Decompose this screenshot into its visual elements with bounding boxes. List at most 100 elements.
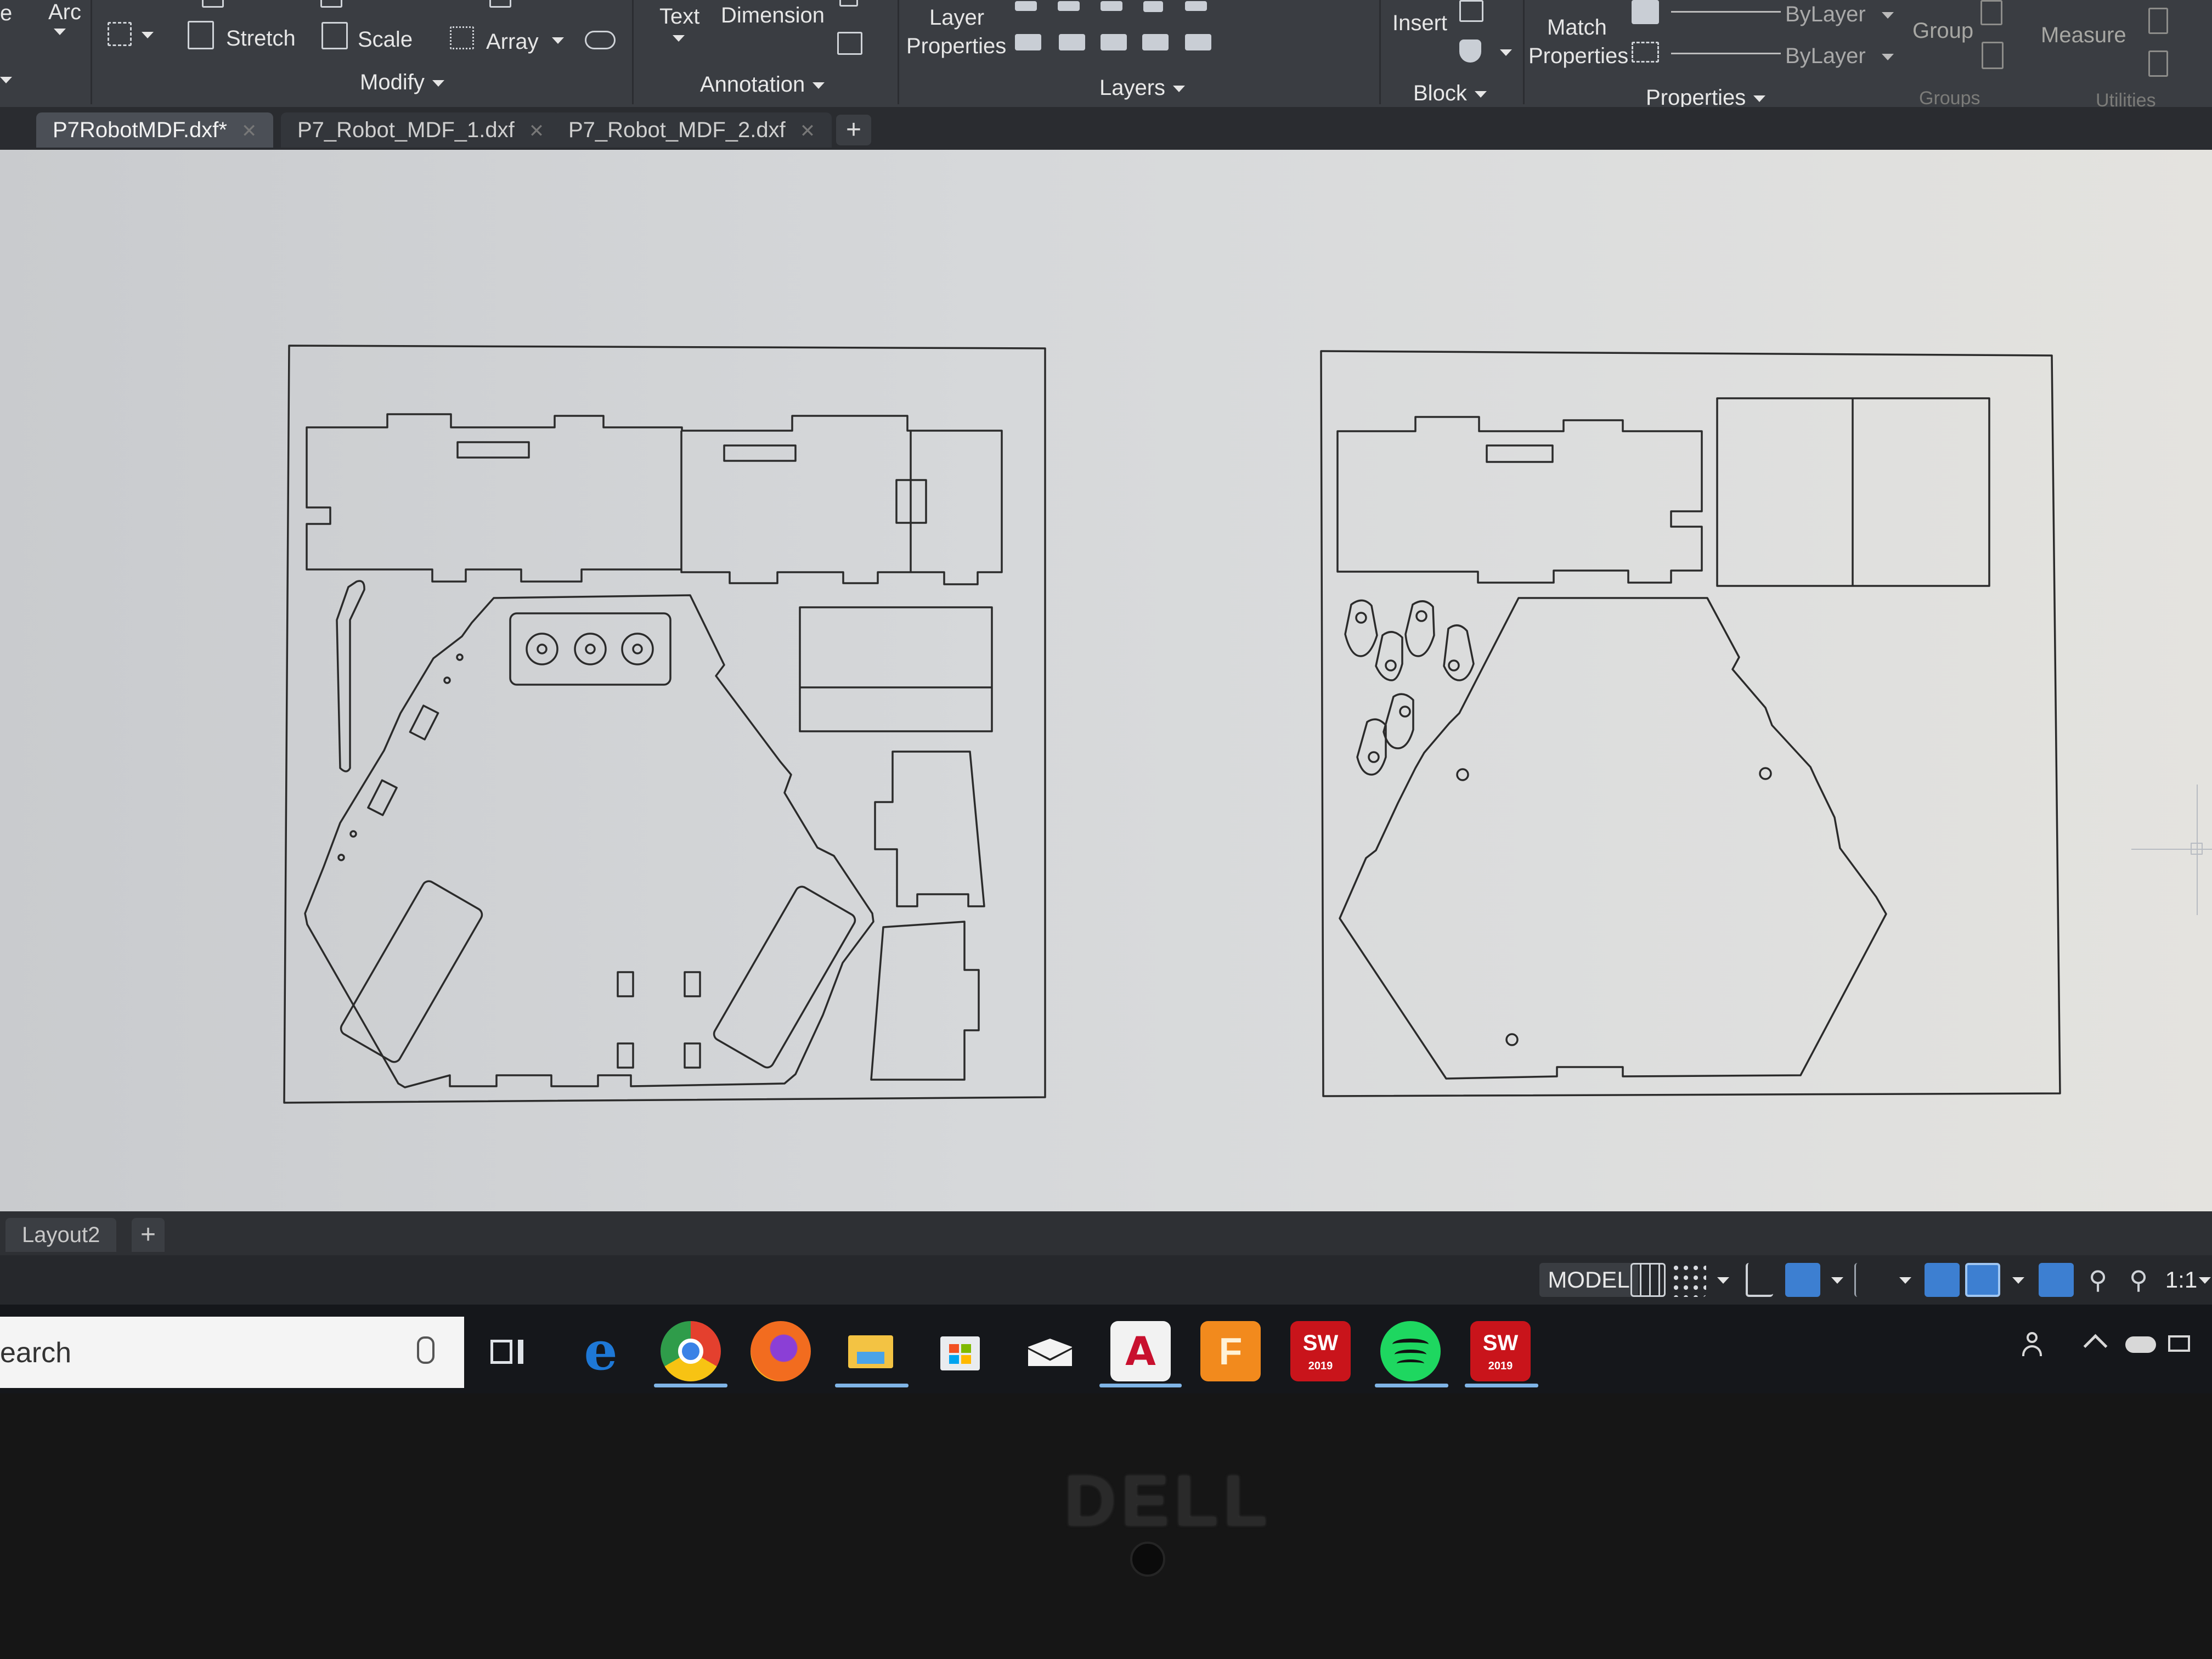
- auto-scale-icon[interactable]: ⚲: [2080, 1263, 2115, 1297]
- ortho-icon[interactable]: [1746, 1263, 1773, 1297]
- mail-icon[interactable]: [1020, 1321, 1081, 1381]
- close-icon[interactable]: ✕: [529, 121, 545, 142]
- tab-layout2[interactable]: Layout2: [5, 1218, 117, 1252]
- edit-block-icon[interactable]: [1459, 40, 1481, 63]
- linetype-dropdown-icon[interactable]: [1882, 54, 1894, 60]
- task-view-icon[interactable]: [477, 1321, 538, 1381]
- insert-button[interactable]: Insert: [1392, 12, 1447, 34]
- model-space-button[interactable]: MODEL: [1539, 1263, 1638, 1297]
- osnap-dropdown-icon[interactable]: [2012, 1277, 2024, 1284]
- snap-icon[interactable]: [1671, 1263, 1706, 1297]
- leader-icon[interactable]: [839, 0, 858, 7]
- autocad-icon[interactable]: A: [1110, 1321, 1171, 1381]
- edge-icon[interactable]: e: [571, 1321, 631, 1381]
- tab-p7-robot-mdf-1[interactable]: P7_Robot_MDF_1.dxf ✕: [281, 112, 561, 148]
- annotation-scale-value[interactable]: 1:1: [2165, 1263, 2198, 1297]
- ungroup-icon[interactable]: [1980, 0, 2002, 25]
- annotation-visibility-icon[interactable]: [2039, 1263, 2074, 1297]
- color-select[interactable]: ByLayer: [1785, 3, 1866, 25]
- group-edit-icon[interactable]: [1982, 42, 2004, 69]
- layer-off-icon[interactable]: [1015, 34, 1041, 50]
- layer-properties-line1[interactable]: Layer: [929, 7, 984, 29]
- group-button[interactable]: Group: [1912, 20, 1973, 42]
- linetype-icon[interactable]: [1632, 42, 1659, 63]
- fillet-icon[interactable]: [489, 0, 511, 8]
- stretch-icon[interactable]: [188, 21, 214, 49]
- array-button[interactable]: Array: [486, 31, 539, 53]
- annotation-scale-icon[interactable]: ⚲: [2121, 1263, 2156, 1297]
- isometric-icon[interactable]: [1854, 1263, 1882, 1297]
- match-properties-button[interactable]: Properties: [1528, 45, 1628, 67]
- create-block-icon[interactable]: [1459, 0, 1483, 22]
- table-icon[interactable]: [837, 32, 862, 55]
- block-panel-title[interactable]: Block: [1413, 82, 1487, 104]
- tab-p7robotmdf[interactable]: P7RobotMDF.dxf* ✕: [36, 112, 274, 148]
- scale-dropdown-icon[interactable]: [2199, 1277, 2211, 1284]
- text-dropdown-icon[interactable]: [673, 35, 685, 42]
- new-tab-button[interactable]: +: [836, 115, 871, 145]
- microsoft-store-icon[interactable]: [930, 1321, 991, 1381]
- polar-tracking-icon[interactable]: [1785, 1263, 1820, 1297]
- linetype-select[interactable]: ByLayer: [1785, 45, 1866, 67]
- annotation-panel-title[interactable]: Annotation: [700, 74, 825, 95]
- layer-freeze-icon[interactable]: [1101, 34, 1127, 50]
- dimension-button[interactable]: Dimension: [721, 4, 825, 26]
- close-icon[interactable]: ✕: [800, 121, 816, 142]
- layers-panel-title[interactable]: Layers: [1099, 77, 1186, 99]
- isodraft-dropdown-icon[interactable]: [1899, 1277, 1911, 1284]
- groups-panel-title[interactable]: Groups: [1919, 89, 1980, 108]
- spotify-icon[interactable]: [1380, 1321, 1441, 1381]
- new-layout-button[interactable]: +: [132, 1218, 165, 1252]
- grid-icon[interactable]: [1630, 1263, 1666, 1297]
- array-icon[interactable]: [450, 26, 474, 49]
- lock-icon[interactable]: [1143, 1, 1163, 12]
- measure-button[interactable]: Measure: [2041, 24, 2126, 46]
- microphone-icon[interactable]: [417, 1336, 435, 1364]
- chrome-icon[interactable]: [661, 1321, 721, 1381]
- scale-icon[interactable]: [321, 22, 348, 49]
- copy-icon[interactable]: [202, 0, 224, 8]
- firefox-icon[interactable]: [751, 1321, 811, 1381]
- arc-button[interactable]: Arc: [48, 1, 81, 23]
- modify-panel-title[interactable]: Modify: [360, 71, 444, 93]
- lineweight-icon[interactable]: [1632, 0, 1659, 24]
- close-icon[interactable]: ✕: [241, 121, 257, 142]
- layer-match-icon[interactable]: [1185, 34, 1211, 50]
- match-properties-line1[interactable]: Match: [1547, 16, 1607, 38]
- object-snap-tracking-icon[interactable]: [1925, 1263, 1960, 1297]
- solidworks-icon-2[interactable]: SW 2019: [1470, 1321, 1531, 1381]
- polar-dropdown-icon[interactable]: [1831, 1277, 1843, 1284]
- solidworks-icon[interactable]: SW 2019: [1290, 1321, 1351, 1381]
- color-dropdown-icon[interactable]: [1882, 12, 1894, 19]
- taskbar-search-box[interactable]: earch: [0, 1317, 464, 1388]
- chevron-up-icon[interactable]: [2083, 1334, 2108, 1358]
- object-snap-icon[interactable]: [1965, 1263, 2000, 1297]
- mirror-icon[interactable]: [320, 0, 342, 8]
- drawing-canvas[interactable]: [0, 150, 2212, 1211]
- properties-panel-title[interactable]: Properties: [1646, 87, 1766, 109]
- hatch-icon[interactable]: [108, 22, 132, 46]
- fusion-icon[interactable]: F: [1200, 1321, 1261, 1381]
- layer-isolate-icon[interactable]: [1059, 34, 1085, 50]
- layer-tool-icon[interactable]: [1185, 1, 1207, 11]
- file-explorer-icon[interactable]: [840, 1321, 901, 1381]
- array-dropdown-icon[interactable]: [552, 37, 564, 44]
- tab-p7-robot-mdf-2[interactable]: P7_Robot_MDF_2.dxf ✕: [552, 112, 832, 148]
- text-button[interactable]: Text: [659, 5, 699, 27]
- people-icon[interactable]: [2020, 1332, 2044, 1358]
- layer-tool-icon[interactable]: [1101, 1, 1122, 11]
- layer-tool-icon[interactable]: [1058, 1, 1080, 11]
- arc-dropdown-icon[interactable]: [54, 29, 66, 35]
- onedrive-cloud-icon[interactable]: [2125, 1336, 2156, 1353]
- stretch-button[interactable]: Stretch: [226, 27, 296, 49]
- hatch-dropdown-icon[interactable]: [142, 32, 154, 38]
- draw-panel-dropdown-icon[interactable]: [0, 77, 12, 83]
- quick-select-icon[interactable]: [2148, 8, 2168, 34]
- scale-button[interactable]: Scale: [358, 29, 413, 50]
- layer-tool-icon[interactable]: [1015, 1, 1037, 11]
- snap-dropdown-icon[interactable]: [1717, 1277, 1729, 1284]
- layer-properties-button[interactable]: Properties: [906, 35, 1006, 57]
- calculator-icon[interactable]: [2148, 50, 2168, 77]
- block-dropdown-icon[interactable]: [1500, 49, 1512, 56]
- offset-icon[interactable]: [585, 31, 616, 49]
